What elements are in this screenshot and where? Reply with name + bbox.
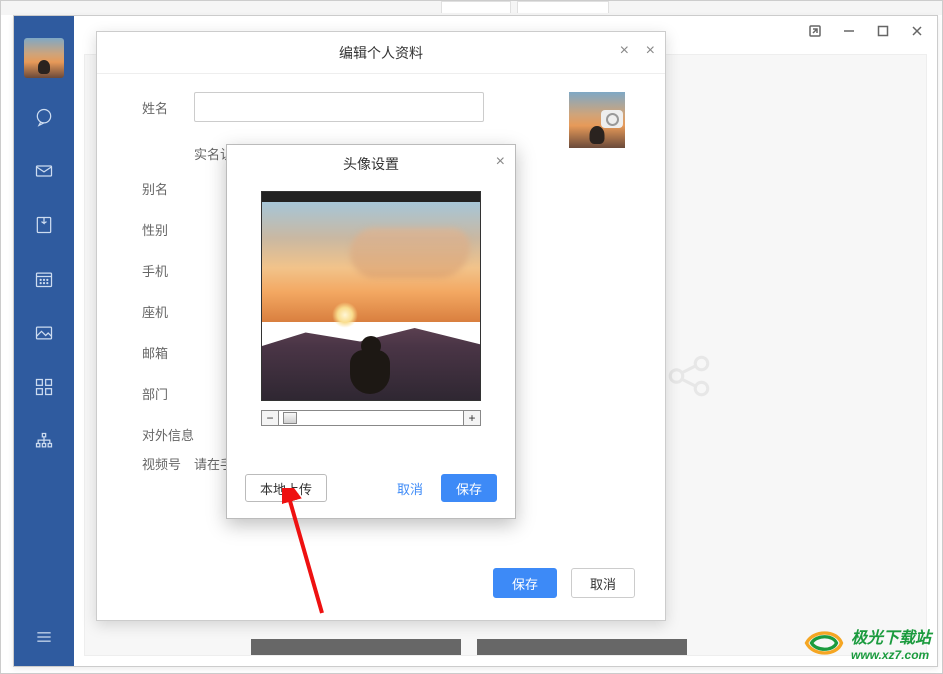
sidebar-items (33, 106, 55, 452)
bg-card-left (251, 639, 461, 655)
sidebar-item-org[interactable] (33, 430, 55, 452)
watermark: 极光下载站 www.xz7.com (803, 624, 931, 662)
local-upload-button[interactable]: 本地上传 (245, 474, 327, 502)
avatar-modal-header: 头像设置 × (227, 145, 515, 183)
bg-card-right (477, 639, 687, 655)
profile-save-button[interactable]: 保存 (493, 568, 557, 598)
top-tab-b (517, 1, 609, 13)
profile-modal-close-2[interactable]: × (646, 42, 655, 60)
sidebar-item-gallery[interactable] (33, 322, 55, 344)
label-landline: 座机 (142, 302, 194, 321)
sidebar-menu-icon[interactable] (33, 626, 55, 648)
label-video: 视频号 (142, 454, 194, 473)
label-department: 部门 (142, 384, 194, 403)
preview-clouds (350, 228, 470, 278)
preview-top-band (262, 192, 480, 202)
watermark-url: www.xz7.com (851, 648, 931, 662)
profile-modal-close-1[interactable]: × (620, 42, 629, 60)
preview-figure (350, 336, 392, 396)
top-tab-a (441, 1, 511, 13)
sidebar-item-apps[interactable] (33, 376, 55, 398)
avatar-save-button[interactable]: 保存 (441, 474, 497, 502)
zoom-handle[interactable] (283, 412, 297, 424)
avatar-modal-title: 头像设置 (343, 154, 399, 174)
preview-sun (332, 302, 358, 328)
zoom-out-button[interactable]: − (261, 410, 279, 426)
profile-modal-title: 编辑个人资料 (339, 43, 423, 63)
maximize-icon[interactable] (877, 25, 889, 37)
avatar-cancel-button[interactable]: 取消 (397, 479, 423, 498)
label-mobile: 手机 (142, 261, 194, 280)
sidebar-item-chat[interactable] (33, 106, 55, 128)
zoom-slider: − + (261, 409, 481, 427)
profile-cancel-button[interactable]: 取消 (571, 568, 635, 598)
avatar-thumbnail[interactable] (569, 92, 625, 148)
label-alias: 别名 (142, 179, 194, 198)
minimize-icon[interactable] (843, 25, 855, 37)
sidebar-item-mail[interactable] (33, 160, 55, 182)
avatar-preview[interactable] (261, 191, 481, 401)
name-input[interactable] (194, 92, 484, 122)
sidebar (14, 16, 74, 666)
popout-icon[interactable] (809, 25, 821, 37)
label-gender: 性别 (142, 220, 194, 239)
zoom-track[interactable] (279, 410, 463, 426)
sidebar-item-docs[interactable] (33, 214, 55, 236)
avatar-settings-modal: 头像设置 × − + 本地上传 取消 保存 (226, 144, 516, 519)
watermark-brand: 极光下载站 (851, 624, 931, 648)
zoom-in-button[interactable]: + (463, 410, 481, 426)
profile-modal-header: 编辑个人资料 × × (97, 32, 665, 74)
sidebar-avatar[interactable] (24, 38, 64, 78)
bg-share-icon (664, 351, 714, 401)
label-name: 姓名 (142, 98, 194, 117)
avatar-modal-close[interactable]: × (496, 153, 505, 171)
camera-icon (601, 110, 623, 128)
main-window: 文 编辑个人资料 × × 姓名 实名认证 别名 性别 手机 座机 邮箱 部门 (13, 15, 938, 667)
close-icon[interactable] (911, 25, 923, 37)
label-email: 邮箱 (142, 343, 194, 362)
sidebar-item-calendar[interactable] (33, 268, 55, 290)
watermark-logo-icon (803, 628, 845, 658)
